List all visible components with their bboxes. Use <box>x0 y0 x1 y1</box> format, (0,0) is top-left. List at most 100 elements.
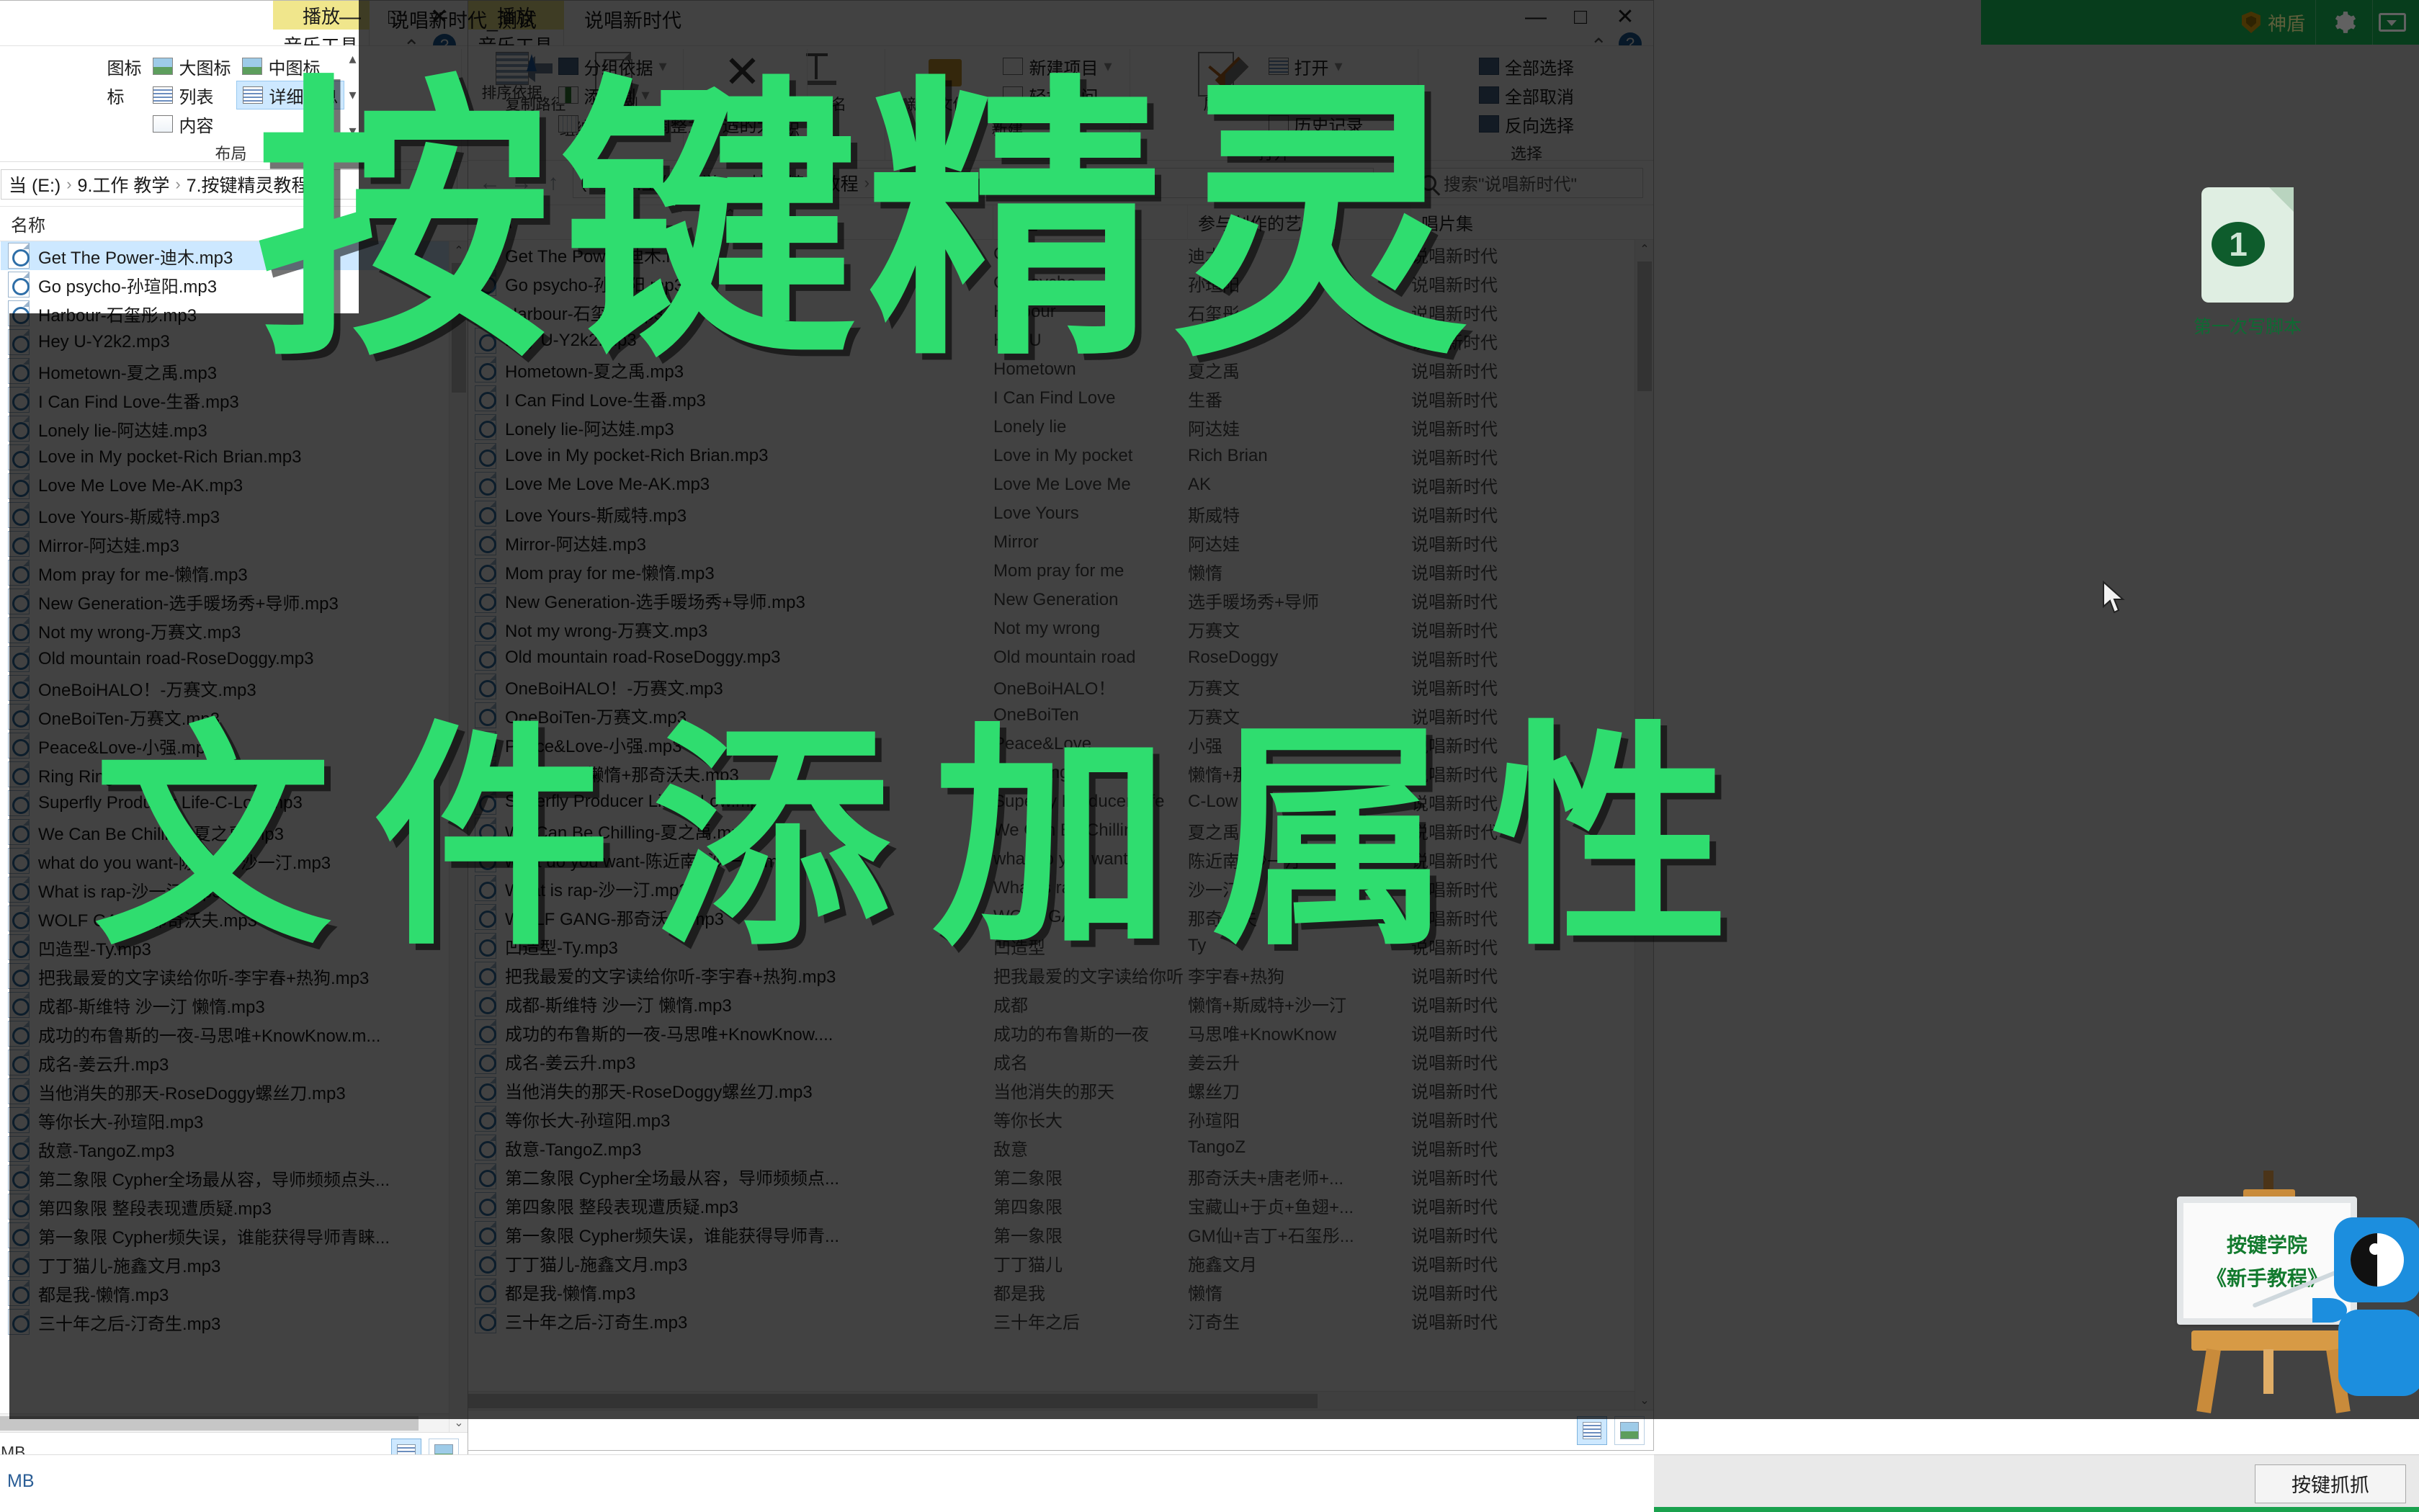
list-item[interactable]: 等你长大-孙瑄阳.mp3 <box>1 1106 468 1135</box>
scrollbar-thumb-front[interactable] <box>452 263 466 393</box>
table-row[interactable]: What is rap-沙一汀.mp3 What is rap 沙一汀 说唱新时代 <box>468 874 1653 903</box>
list-item[interactable]: Mirror-阿达娃.mp3 <box>1 529 468 558</box>
table-row[interactable]: 丁丁猫儿-施鑫文月.mp3 丁丁猫儿 施鑫文月 说唱新时代 <box>468 1248 1653 1277</box>
list-item[interactable]: Love Me Love Me-AK.mp3 <box>1 472 468 501</box>
vertical-scrollbar-front[interactable]: ⌃ ⌄ <box>449 241 468 1432</box>
table-row[interactable]: 第一象限 Cypher频失误，谁能获得导师青... 第一象限 GM仙+吉丁+石玺彤.… <box>468 1220 1653 1248</box>
table-row[interactable]: 成功的布鲁斯的一夜-马思唯+KnowKnow.... 成功的布鲁斯的一夜 马思唯+K… <box>468 1018 1653 1047</box>
gear-icon[interactable] <box>2332 10 2356 35</box>
table-row[interactable]: We Can Be Chilling-夏之禹.mp3 We Can Be Chil… <box>468 816 1653 845</box>
table-row[interactable]: Peace&Love-小强.mp3 Peace&Love 小强 说唱新时代 <box>468 730 1653 759</box>
table-row[interactable]: Hey U-Y2k2.mp3 Hey U Y2k2 说唱新时代 <box>468 326 1653 355</box>
table-row[interactable]: 成名-姜云升.mp3 成名 姜云升 说唱新时代 <box>468 1047 1653 1075</box>
key-grab-button[interactable]: 按键抓抓 <box>2255 1464 2406 1503</box>
list-item[interactable]: 把我最爱的文字读给你听-李宇春+热狗.mp3 <box>1 962 468 990</box>
table-row[interactable]: 第二象限 Cypher全场最从容，导师频频点... 第二象限 那奇沃夫+唐老师+..… <box>468 1162 1653 1191</box>
explorer-window-front[interactable]: 播放 音乐工具 说唱新时代_测试 — □ ✕ ⌃ ? 图标 标 <box>0 0 808 1473</box>
column-header-title-back[interactable]: 标题 <box>993 205 1188 240</box>
table-row[interactable]: 当他消失的那天-RoseDoggy螺丝刀.mp3 当他消失的那天 螺丝刀 说唱新时代 <box>468 1075 1653 1104</box>
scroll-up-arrow-front[interactable]: ⌃ <box>450 241 468 260</box>
list-item[interactable]: New Generation-选手暖场秀+导师.mp3 <box>1 587 468 616</box>
table-row[interactable]: Hometown-夏之禹.mp3 Hometown 夏之禹 说唱新时代 <box>468 355 1653 384</box>
table-row[interactable]: Mirror-阿达娃.mp3 Mirror 阿达娃 说唱新时代 <box>468 528 1653 557</box>
scroll-down-arrow-front[interactable]: ⌄ <box>450 1413 468 1432</box>
list-item[interactable]: Superfly Producer Life-C-Low.mp3 <box>1 789 468 818</box>
horizontal-scrollbar-back[interactable] <box>468 1391 1635 1410</box>
view-list[interactable]: 列表 <box>147 81 236 109</box>
table-row[interactable]: Lonely lie-阿达娃.mp3 Lonely lie 阿达娃 说唱新时代 <box>468 413 1653 442</box>
list-item[interactable]: 成都-斯维特 沙一汀 懒惰.mp3 <box>1 990 468 1019</box>
table-row[interactable]: 第四象限 整段表现遭质疑.mp3 第四象限 宝藏山+于贞+鱼翅+... 说唱新时代 <box>468 1191 1653 1220</box>
list-item[interactable]: 第四象限 整段表现遭质疑.mp3 <box>1 1192 468 1221</box>
new-item-menu[interactable]: 新建项目 ▾ <box>997 52 1117 81</box>
list-item[interactable]: Get The Power-迪木.mp3 <box>1 241 468 270</box>
back-arrow-icon-back[interactable]: ← <box>478 171 502 195</box>
table-row[interactable]: Not my wrong-万赛文.mp3 Not my wrong 万赛文 说唱新时代 <box>468 614 1653 643</box>
invert-selection-item[interactable]: 反向选择 <box>1473 109 1580 138</box>
column-header-album-back[interactable]: 唱片集 <box>1411 205 1627 240</box>
maximize-button-back[interactable]: □ <box>1558 2 1603 32</box>
chevron-down-icon-open[interactable]: ▾ <box>1335 57 1343 76</box>
easy-access-menu[interactable]: 轻松访问 <box>997 81 1104 109</box>
list-item[interactable]: I Can Find Love-生番.mp3 <box>1 385 468 414</box>
list-item[interactable]: 凹造型-Ty.mp3 <box>1 933 468 962</box>
list-item[interactable]: WOLF GANG-那奇沃夫.mp3 <box>1 904 468 933</box>
column-header-name-front[interactable]: 名称 <box>1 207 447 241</box>
table-row[interactable]: what do you want-陈近南+沙一汀.mp3 what do you … <box>468 845 1653 874</box>
view-details[interactable]: 详细信息 <box>236 81 345 109</box>
list-item[interactable]: Old mountain road-RoseDoggy.mp3 <box>1 645 468 674</box>
table-row[interactable]: Superfly Producer Life-C-Low.mp3 Superfly… <box>468 787 1653 816</box>
hscrollbar-thumb-back[interactable] <box>468 1394 1318 1408</box>
list-item[interactable]: Peace&Love-小强.mp3 <box>1 731 468 760</box>
horizontal-scrollbar-front[interactable] <box>0 1413 449 1432</box>
table-row[interactable]: 都是我-懒惰.mp3 都是我 懒惰 说唱新时代 <box>468 1277 1653 1306</box>
breadcrumb-segment-2[interactable]: 7.按键精灵教程 <box>735 170 859 196</box>
table-row[interactable]: 等你长大-孙瑄阳.mp3 等你长大 孙瑄阳 说唱新时代 <box>468 1104 1653 1133</box>
close-button-back[interactable]: ✕ <box>1603 2 1647 32</box>
breadcrumb-front-segment-2[interactable]: 7.按键精灵教程 <box>187 171 310 197</box>
table-row[interactable]: 凹造型-Ty.mp3 凹造型 Ty 说唱新时代 <box>468 931 1653 960</box>
minimize-button-back[interactable]: — <box>1513 2 1558 32</box>
select-all-item[interactable]: 全部选择 <box>1473 52 1580 81</box>
list-item[interactable]: Love Yours-斯威特.mp3 <box>1 501 468 529</box>
spin-more-icon[interactable]: ▾ <box>349 124 356 138</box>
search-input-back[interactable]: 搜索"说唱新时代" <box>1413 167 1643 198</box>
new-folder-button[interactable]: 新建文件夹 <box>897 52 993 114</box>
breadcrumb-front[interactable]: 当 (E:) › 9.工作 教学 › 7.按键精灵教程 <box>1 169 457 200</box>
list-item[interactable]: OneBoiTen-万赛文.mp3 <box>1 702 468 731</box>
view-small-icons[interactable]: 标 <box>101 81 147 109</box>
list-item[interactable]: Lonely lie-阿达娃.mp3 <box>1 414 468 443</box>
list-item[interactable]: 三十年之后-汀奇生.mp3 <box>1 1307 468 1336</box>
refresh-icon-back[interactable]: ⟳ <box>1381 170 1405 195</box>
list-item[interactable]: 当他消失的那天-RoseDoggy螺丝刀.mp3 <box>1 1077 468 1106</box>
table-row[interactable]: Get The Power-迪木.mp3 Get The Power 迪木 说唱新时代 <box>468 240 1653 269</box>
list-item[interactable]: 成名-姜云升.mp3 <box>1 1048 468 1077</box>
list-item[interactable]: Harbour-石玺彤.mp3 <box>1 299 468 328</box>
list-item[interactable]: Hey U-Y2k2.mp3 <box>1 328 468 357</box>
table-row[interactable]: Love Yours-斯威特.mp3 Love Yours 斯威特 说唱新时代 <box>468 499 1653 528</box>
breadcrumb-segment-1[interactable]: 9.工作 教学 <box>627 170 719 196</box>
scroll-down-arrow-back[interactable]: ⌄ <box>1635 1391 1653 1410</box>
list-item[interactable]: Ring Ring-懒惰+那奇沃夫.mp3 <box>1 760 468 789</box>
list-item[interactable]: 第二象限 Cypher全场最从容，导师频频点头... <box>1 1163 468 1192</box>
chevron-down-icon[interactable]: ▾ <box>1104 57 1112 76</box>
chevron-down-icon-breadcrumb[interactable]: ⌄ <box>1353 174 1366 192</box>
list-item[interactable]: what do you want-陈近南+沙一汀.mp3 <box>1 846 468 875</box>
list-item[interactable]: Go psycho-孙瑄阳.mp3 <box>1 270 468 299</box>
list-item[interactable]: 成功的布鲁斯的一夜-马思唯+KnowKnow.m... <box>1 1019 468 1048</box>
view-extra-large-icons[interactable]: 图标 <box>101 52 147 81</box>
table-row[interactable]: Ring Ring-懒惰+那奇沃夫.mp3 Ring Ring 懒惰+那奇沃夫 说唱新… <box>468 759 1653 787</box>
spin-up-icon[interactable]: ▴ <box>349 52 356 66</box>
minimize-button-front[interactable]: — <box>328 2 372 32</box>
open-menu[interactable]: 打开 ▾ <box>1263 52 1349 81</box>
history-menu[interactable]: 历史记录 <box>1263 109 1369 138</box>
vertical-scrollbar-back[interactable]: ⌃ ⌄ <box>1635 240 1653 1410</box>
table-row[interactable]: 三十年之后-汀奇生.mp3 三十年之后 汀奇生 说唱新时代 <box>468 1306 1653 1335</box>
forward-arrow-icon-back[interactable]: → <box>509 171 534 195</box>
select-none-item[interactable]: 全部取消 <box>1473 81 1580 109</box>
list-item[interactable]: Not my wrong-万赛文.mp3 <box>1 616 468 645</box>
list-item[interactable]: Love in My pocket-Rich Brian.mp3 <box>1 443 468 472</box>
details-view-toggle-back[interactable] <box>1577 1415 1607 1445</box>
list-item[interactable]: 敌意-TangoZ.mp3 <box>1 1135 468 1163</box>
table-row[interactable]: 成都-斯维特 沙一汀 懒惰.mp3 成都 懒惰+斯威特+沙一汀 说唱新时代 <box>468 989 1653 1018</box>
